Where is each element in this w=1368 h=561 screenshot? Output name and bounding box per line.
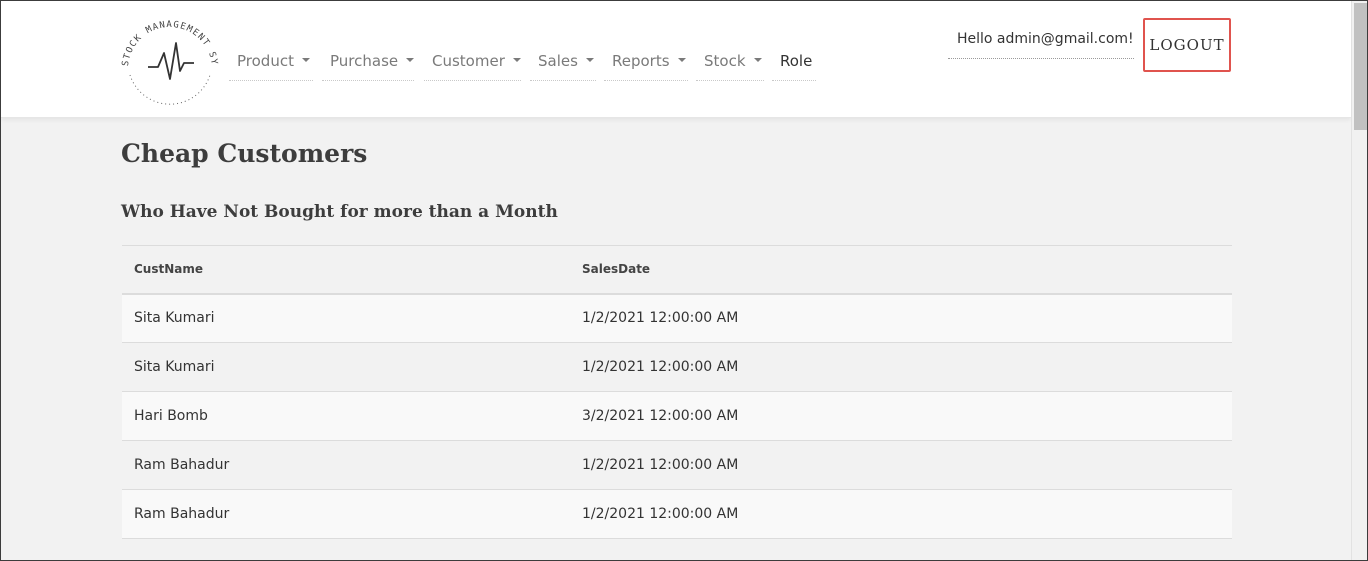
- logo-text: STOCK MANAGEMENT SYSTEM: [114, 7, 218, 67]
- nav-product[interactable]: Product: [229, 41, 313, 81]
- table-row: Ram Bahadur 1/2/2021 12:00:00 AM: [122, 440, 1232, 490]
- nav-stock-label: Stock: [704, 51, 746, 70]
- cell-custname: Ram Bahadur: [122, 440, 570, 490]
- page-title: Cheap Customers: [121, 139, 368, 168]
- column-header-salesdate[interactable]: SalesDate: [570, 245, 1232, 295]
- nav-reports-label: Reports: [612, 51, 670, 70]
- logout-button[interactable]: LOGOUT: [1143, 18, 1231, 72]
- table-row: Sita Kumari 1/2/2021 12:00:00 AM: [122, 293, 1232, 343]
- nav-role-label: Role: [780, 51, 813, 70]
- navbar: STOCK MANAGEMENT SYSTEM Product Purchase…: [1, 1, 1351, 118]
- nav-customer[interactable]: Customer: [424, 41, 521, 81]
- cell-custname: Ram Bahadur: [122, 489, 570, 539]
- table-row: Ram Bahadur 1/2/2021 12:00:00 AM: [122, 489, 1232, 539]
- cell-salesdate: 3/2/2021 12:00:00 AM: [570, 391, 1232, 441]
- logo[interactable]: STOCK MANAGEMENT SYSTEM: [114, 7, 226, 111]
- chevron-down-icon: [512, 57, 521, 62]
- cell-salesdate: 1/2/2021 12:00:00 AM: [570, 489, 1232, 539]
- cell-custname: Sita Kumari: [122, 293, 570, 343]
- user-greeting[interactable]: Hello admin@gmail.com!: [948, 19, 1134, 59]
- nav-sales-label: Sales: [538, 51, 578, 70]
- nav-reports[interactable]: Reports: [604, 41, 688, 81]
- chevron-down-icon: [753, 57, 762, 62]
- chevron-down-icon: [406, 57, 415, 62]
- nav-sales[interactable]: Sales: [530, 41, 596, 81]
- table-row: Sita Kumari 1/2/2021 12:00:00 AM: [122, 342, 1232, 392]
- nav-customer-label: Customer: [432, 51, 505, 70]
- page-subtitle: Who Have Not Bought for more than a Mont…: [121, 202, 558, 222]
- cell-salesdate: 1/2/2021 12:00:00 AM: [570, 293, 1232, 343]
- pulse-icon: [148, 42, 194, 80]
- app-window: STOCK MANAGEMENT SYSTEM Product Purchase…: [0, 0, 1368, 561]
- svg-text:STOCK MANAGEMENT SYSTEM: STOCK MANAGEMENT SYSTEM: [114, 7, 219, 67]
- user-greeting-text: Hello admin@gmail.com!: [957, 30, 1134, 47]
- cell-salesdate: 1/2/2021 12:00:00 AM: [570, 342, 1232, 392]
- chevron-down-icon: [301, 57, 310, 62]
- vertical-scrollbar[interactable]: [1351, 1, 1367, 560]
- nav-stock[interactable]: Stock: [696, 41, 764, 81]
- nav-role[interactable]: Role: [772, 41, 816, 81]
- table-row: Hari Bomb 3/2/2021 12:00:00 AM: [122, 391, 1232, 441]
- cell-custname: Sita Kumari: [122, 342, 570, 392]
- table-header-row: CustName SalesDate: [122, 245, 1232, 295]
- customers-table: CustName SalesDate Sita Kumari 1/2/2021 …: [122, 245, 1232, 539]
- cell-salesdate: 1/2/2021 12:00:00 AM: [570, 440, 1232, 490]
- chevron-down-icon: [585, 57, 594, 62]
- cell-custname: Hari Bomb: [122, 391, 570, 441]
- column-header-custname[interactable]: CustName: [122, 245, 570, 295]
- scrollbar-thumb[interactable]: [1354, 3, 1367, 130]
- chevron-down-icon: [677, 57, 686, 62]
- nav-purchase[interactable]: Purchase: [322, 41, 415, 81]
- nav-product-label: Product: [237, 51, 294, 70]
- nav-purchase-label: Purchase: [330, 51, 399, 70]
